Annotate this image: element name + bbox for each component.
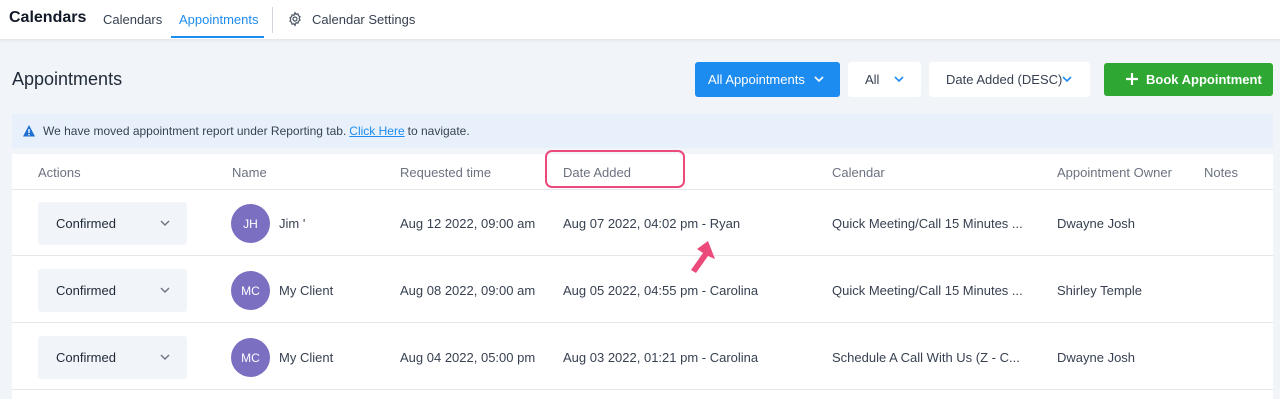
- appointments-table: Actions Name Requested time Date Added C…: [12, 150, 1273, 399]
- banner-text: We have moved appointment report under R…: [43, 124, 347, 138]
- column-header-requested-time: Requested time: [400, 165, 492, 180]
- active-tab-indicator: [171, 36, 264, 38]
- table-row: Confirmed MC My Client Aug 04 2022, 05:0…: [12, 324, 1273, 390]
- chevron-down-icon: [160, 354, 170, 360]
- requested-time: Aug 12 2022, 09:00 am: [400, 216, 536, 231]
- app-title: Calendars: [9, 9, 87, 26]
- column-header-name: Name: [232, 165, 267, 180]
- calendar-name: Quick Meeting/Call 15 Minutes ...: [832, 283, 1023, 298]
- chevron-down-icon: [160, 287, 170, 293]
- arrow-annotation: [691, 241, 715, 273]
- status-select[interactable]: Confirmed: [38, 269, 187, 312]
- status-value: Confirmed: [56, 350, 116, 365]
- top-navigation: Calendars Calendars Appointments Calenda…: [0, 0, 1280, 40]
- info-icon: [23, 125, 35, 137]
- book-appointment-button[interactable]: Book Appointment: [1104, 63, 1273, 96]
- banner-text-after: to navigate.: [407, 124, 470, 138]
- calendar-name: Quick Meeting/Call 15 Minutes ...: [832, 216, 1023, 231]
- date-added: Aug 05 2022, 04:55 pm - Carolina: [563, 283, 759, 298]
- table-header: Actions Name Requested time Date Added C…: [12, 150, 1273, 190]
- avatar[interactable]: MC: [231, 338, 270, 377]
- nav-link-calendars[interactable]: Calendars: [103, 12, 162, 27]
- column-header-calendar: Calendar: [832, 165, 885, 180]
- status-value: Confirmed: [56, 283, 116, 298]
- contact-name[interactable]: Jim ': [279, 216, 305, 231]
- calendar-name: Schedule A Call With Us (Z - C...: [832, 350, 1020, 365]
- status-value: Confirmed: [56, 216, 116, 231]
- column-header-date-added[interactable]: Date Added: [563, 165, 631, 180]
- nav-link-calendar-settings[interactable]: Calendar Settings: [312, 12, 415, 27]
- avatar[interactable]: JH: [231, 204, 270, 243]
- chevron-down-icon: [160, 220, 170, 226]
- contact-name[interactable]: My Client: [279, 283, 333, 298]
- requested-time: Aug 04 2022, 05:00 pm: [400, 350, 536, 365]
- column-header-appointment-owner: Appointment Owner: [1057, 165, 1172, 180]
- column-header-actions: Actions: [38, 165, 81, 180]
- appointment-owner: Shirley Temple: [1057, 283, 1143, 298]
- date-added: Aug 03 2022, 01:21 pm - Carolina: [563, 350, 759, 365]
- gear-icon[interactable]: [287, 11, 303, 27]
- status-filter-label: All: [865, 72, 880, 87]
- status-filter-dropdown[interactable]: All: [848, 62, 921, 97]
- sort-label: Date Added (DESC): [946, 72, 1063, 87]
- table-row: Confirmed MC My Client Aug 08 2022, 09:0…: [12, 257, 1273, 323]
- plus-icon: [1126, 73, 1138, 85]
- appointment-owner: Dwayne Josh: [1057, 216, 1136, 231]
- sort-dropdown[interactable]: Date Added (DESC): [929, 62, 1090, 97]
- column-header-notes: Notes: [1204, 165, 1238, 180]
- status-select[interactable]: Confirmed: [38, 202, 187, 245]
- view-filter-label: All Appointments: [708, 72, 805, 87]
- requested-time: Aug 08 2022, 09:00 am: [400, 283, 536, 298]
- chevron-down-icon: [1062, 76, 1072, 83]
- book-appointment-label: Book Appointment: [1146, 72, 1262, 87]
- nav-divider: [272, 7, 273, 33]
- status-select[interactable]: Confirmed: [38, 336, 187, 379]
- chevron-down-icon: [894, 76, 904, 83]
- appointment-owner: Dwayne Josh: [1057, 350, 1136, 365]
- nav-link-appointments[interactable]: Appointments: [179, 12, 259, 27]
- contact-name[interactable]: My Client: [279, 350, 333, 365]
- info-banner: We have moved appointment report under R…: [12, 114, 1273, 148]
- avatar[interactable]: MC: [231, 271, 270, 310]
- date-added: Aug 07 2022, 04:02 pm - Ryan: [563, 216, 741, 231]
- chevron-down-icon: [814, 76, 824, 83]
- banner-link[interactable]: Click Here: [349, 124, 404, 138]
- table-row: Confirmed JH Jim ' Aug 12 2022, 09:00 am…: [12, 190, 1273, 256]
- view-filter-dropdown[interactable]: All Appointments: [695, 62, 840, 97]
- page-title: Appointments: [12, 69, 123, 89]
